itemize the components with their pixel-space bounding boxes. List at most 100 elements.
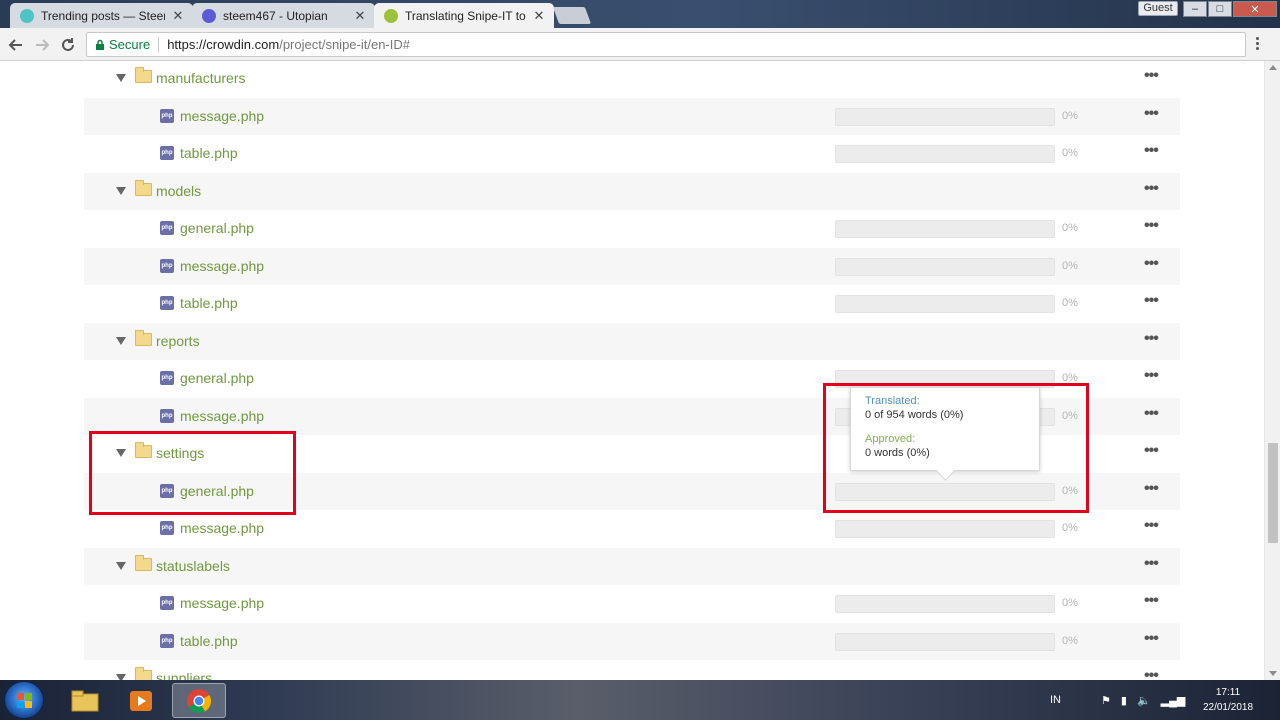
folder-name[interactable]: reports — [156, 333, 200, 349]
more-options-icon[interactable]: ••• — [1144, 368, 1159, 384]
progress-bar[interactable] — [835, 257, 1055, 276]
folder-row[interactable]: reports ••• — [84, 322, 1180, 360]
file-row[interactable]: php table.php 0% ••• — [84, 622, 1180, 660]
guest-profile-button[interactable]: Guest — [1138, 1, 1178, 16]
file-row[interactable]: php general.php 0% ••• — [84, 210, 1180, 247]
file-row[interactable]: php table.php 0% ••• — [84, 285, 1180, 322]
file-name[interactable]: message.php — [180, 408, 264, 424]
taskbar-media-player[interactable] — [114, 683, 168, 718]
more-options-icon[interactable]: ••• — [1144, 480, 1159, 496]
more-options-icon[interactable]: ••• — [1144, 630, 1159, 646]
network-signal-icon[interactable]: ▂▄▆ — [1161, 694, 1186, 707]
file-row[interactable]: php message.php 0% ••• — [84, 510, 1180, 547]
progress-bar[interactable] — [835, 107, 1055, 126]
caret-down-icon[interactable] — [116, 186, 126, 195]
file-name[interactable]: message.php — [180, 595, 264, 611]
folder-row[interactable]: models ••• — [84, 172, 1180, 210]
progress-bar[interactable] — [835, 220, 1055, 238]
clock-time: 17:11 — [1215, 687, 1241, 698]
file-name[interactable]: general.php — [180, 370, 254, 386]
system-tray: IN ⚑ ▮ 🔈 ▂▄▆ — [1050, 680, 1195, 720]
more-options-icon[interactable]: ••• — [1144, 68, 1159, 84]
file-row[interactable]: php table.php 0% ••• — [84, 135, 1180, 172]
scroll-up-icon[interactable] — [1269, 65, 1277, 70]
arrow-right-icon — [36, 39, 50, 51]
scroll-thumb[interactable] — [1268, 443, 1278, 543]
folder-row[interactable]: manufacturers ••• — [84, 61, 1180, 97]
folder-row[interactable]: statuslabels ••• — [84, 547, 1180, 585]
file-name[interactable]: table.php — [180, 295, 238, 311]
volume-muted-icon[interactable]: 🔈 — [1137, 694, 1151, 707]
folder-name[interactable]: manufacturers — [156, 70, 245, 86]
folder-name[interactable]: models — [156, 183, 201, 199]
more-options-icon[interactable]: ••• — [1144, 180, 1159, 196]
file-row[interactable]: php message.php 0% ••• — [84, 585, 1180, 622]
file-name[interactable]: message.php — [180, 258, 264, 274]
more-options-icon[interactable]: ••• — [1144, 405, 1159, 421]
close-icon[interactable]: ✕ — [171, 8, 185, 24]
url-scheme: https:// — [167, 37, 207, 52]
progress-bar[interactable] — [835, 595, 1055, 613]
progress-percent: 0% — [1062, 109, 1078, 122]
more-options-icon[interactable]: ••• — [1144, 668, 1159, 681]
page-scrollbar[interactable] — [1264, 61, 1280, 680]
progress-percent: 0% — [1062, 259, 1078, 272]
tab-trending-posts[interactable]: Trending posts — Steem ✕ — [10, 3, 193, 28]
more-options-icon[interactable]: ••• — [1144, 143, 1159, 159]
folder-name[interactable]: suppliers — [156, 670, 212, 680]
more-options-icon[interactable]: ••• — [1144, 593, 1159, 609]
progress-bar[interactable] — [835, 295, 1055, 313]
reload-button[interactable] — [58, 35, 78, 55]
file-row[interactable]: php message.php 0% ••• — [84, 247, 1180, 285]
more-options-icon[interactable]: ••• — [1144, 518, 1159, 534]
progress-bar[interactable] — [835, 145, 1055, 163]
language-indicator[interactable]: IN — [1050, 694, 1061, 706]
file-name[interactable]: table.php — [180, 633, 238, 649]
more-options-icon[interactable]: ••• — [1144, 255, 1159, 271]
steem-icon — [20, 8, 34, 23]
file-row[interactable]: php message.php 0% ••• — [84, 97, 1180, 135]
caret-down-icon[interactable] — [116, 74, 126, 82]
address-bar[interactable]: Secure https://crowdin.com/project/snipe… — [86, 32, 1246, 57]
scroll-down-icon[interactable] — [1269, 671, 1277, 676]
progress-bar[interactable] — [835, 520, 1055, 538]
progress-percent: 0% — [1062, 147, 1078, 159]
maximize-button[interactable]: □ — [1208, 1, 1232, 17]
back-button[interactable] — [6, 35, 26, 55]
chrome-icon — [187, 688, 212, 713]
more-options-icon[interactable]: ••• — [1144, 218, 1159, 234]
divider — [158, 37, 160, 52]
tab-crowdin[interactable]: Translating Snipe-IT to E ✕ — [374, 3, 554, 28]
file-name[interactable]: message.php — [180, 520, 264, 536]
caret-down-icon[interactable] — [116, 336, 126, 345]
close-icon[interactable]: ✕ — [532, 8, 546, 24]
more-options-icon[interactable]: ••• — [1144, 555, 1159, 571]
taskbar-explorer[interactable] — [58, 683, 112, 718]
start-button[interactable] — [4, 681, 44, 719]
file-name[interactable]: message.php — [180, 108, 264, 124]
browser-menu-icon[interactable] — [1256, 37, 1260, 52]
folder-row[interactable]: suppliers ••• — [84, 660, 1180, 680]
taskbar-clock[interactable]: 17:11 22/01/2018 — [1196, 685, 1260, 715]
caret-down-icon[interactable] — [116, 561, 126, 570]
clock-date: 22/01/2018 — [1202, 702, 1254, 713]
taskbar-chrome[interactable] — [172, 683, 226, 718]
more-options-icon[interactable]: ••• — [1144, 330, 1159, 346]
progress-bar[interactable] — [835, 632, 1055, 651]
tab-title: Trending posts — Steem — [41, 8, 165, 23]
file-name[interactable]: general.php — [180, 220, 254, 236]
action-center-icon[interactable]: ⚑ — [1101, 694, 1111, 707]
new-tab-button[interactable] — [552, 7, 592, 24]
forward-button[interactable] — [32, 35, 52, 55]
folder-icon — [135, 67, 152, 83]
more-options-icon[interactable]: ••• — [1144, 293, 1159, 309]
close-window-button[interactable]: ✕ — [1233, 1, 1277, 17]
more-options-icon[interactable]: ••• — [1144, 105, 1159, 121]
tab-utopian[interactable]: steem467 - Utopian ✕ — [192, 3, 375, 28]
battery-icon[interactable]: ▮ — [1121, 694, 1127, 707]
folder-name[interactable]: statuslabels — [156, 558, 230, 574]
file-name[interactable]: table.php — [180, 145, 238, 161]
close-icon[interactable]: ✕ — [353, 8, 367, 24]
minimize-button[interactable]: – — [1183, 1, 1207, 17]
more-options-icon[interactable]: ••• — [1144, 443, 1159, 459]
